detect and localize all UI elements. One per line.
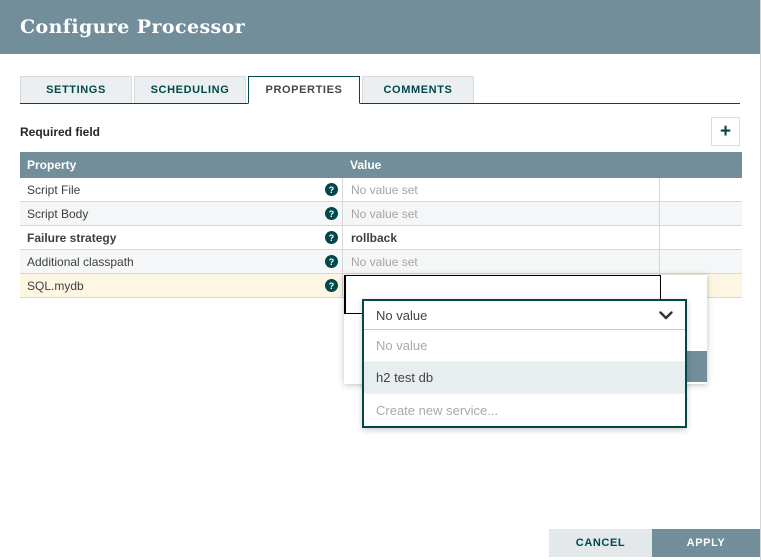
tab-settings[interactable]: SETTINGS — [20, 76, 132, 103]
value-combo-dropdown: No value No value h2 test db Create new … — [362, 299, 687, 428]
dialog-footer: CANCEL APPLY — [549, 529, 760, 557]
property-value[interactable]: rollback — [343, 226, 660, 249]
dialog-title: Configure Processor — [20, 16, 245, 38]
property-name: Script File — [27, 183, 80, 197]
property-name: Failure strategy — [27, 231, 116, 245]
dialog-header: Configure Processor — [0, 0, 760, 54]
chevron-down-icon — [659, 311, 673, 320]
table-row[interactable]: Script File ? No value set — [20, 178, 742, 202]
property-value[interactable]: No value set — [343, 202, 660, 225]
help-icon[interactable]: ? — [325, 183, 338, 196]
help-icon[interactable]: ? — [325, 207, 338, 220]
combo-option-no-value[interactable]: No value — [364, 330, 685, 362]
help-icon[interactable]: ? — [325, 279, 338, 292]
apply-button[interactable]: APPLY — [652, 529, 760, 557]
table-row[interactable]: Additional classpath ? No value set — [20, 250, 742, 274]
combo-selected-value[interactable]: No value — [364, 301, 685, 330]
property-name: Script Body — [27, 207, 88, 221]
help-icon[interactable]: ? — [325, 255, 338, 268]
property-name: SQL.mydb — [27, 279, 84, 293]
combo-option-create-new-service[interactable]: Create new service... — [364, 394, 685, 426]
table-row[interactable]: Script Body ? No value set — [20, 202, 742, 226]
tab-comments[interactable]: COMMENTS — [362, 76, 474, 103]
property-value[interactable]: No value set — [343, 178, 660, 201]
column-header-value: Value — [343, 158, 660, 172]
tab-properties[interactable]: PROPERTIES — [248, 76, 360, 104]
table-header-row: Property Value — [20, 152, 742, 178]
property-name: Additional classpath — [27, 255, 134, 269]
table-row[interactable]: Failure strategy ? rollback — [20, 226, 742, 250]
cancel-button[interactable]: CANCEL — [549, 529, 652, 557]
combo-option-h2-test-db[interactable]: h2 test db — [364, 362, 685, 394]
required-field-label: Required field — [20, 125, 100, 139]
add-property-button[interactable]: + — [711, 117, 740, 146]
table-toolbar: Required field + — [20, 116, 740, 147]
column-header-property: Property — [20, 158, 343, 172]
property-value[interactable]: No value set — [343, 250, 660, 273]
tab-bar: SETTINGS SCHEDULING PROPERTIES COMMENTS — [20, 76, 740, 104]
plus-icon: + — [720, 122, 731, 141]
tab-scheduling[interactable]: SCHEDULING — [134, 76, 246, 103]
help-icon[interactable]: ? — [325, 231, 338, 244]
combo-selected-label: No value — [376, 308, 427, 323]
configure-processor-dialog: Configure Processor SETTINGS SCHEDULING … — [0, 0, 761, 560]
